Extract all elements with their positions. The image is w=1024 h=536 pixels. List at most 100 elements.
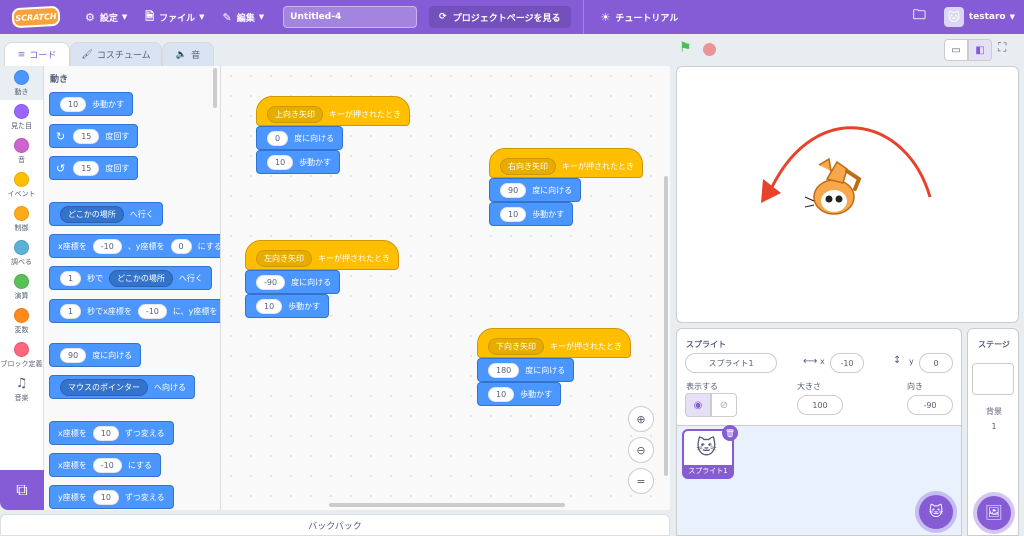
block-input[interactable]: 90 — [500, 182, 527, 198]
key-dropdown[interactable]: 左向き矢印 — [256, 249, 312, 267]
category-item[interactable]: ♫ 音楽 — [0, 372, 43, 406]
glide-to-block[interactable]: 1 秒で どこかの場所 へ行く — [49, 266, 212, 290]
add-sprite-button[interactable]: 🐱 — [919, 495, 953, 529]
when-key-pressed-block[interactable]: 下向き矢印 キーが押されたとき — [477, 328, 631, 358]
small-stage-button[interactable]: ▭ — [944, 39, 968, 61]
block-input[interactable]: 0 — [170, 238, 192, 254]
glide-xy-block[interactable]: 1 秒でx座標を -10 に、y座標を — [49, 299, 220, 323]
backpack[interactable]: バックパック — [0, 514, 670, 536]
sprite-direction-input[interactable] — [907, 395, 953, 415]
block-dropdown[interactable]: どこかの場所 — [109, 269, 173, 287]
move-steps-block[interactable]: 10 歩動かす — [477, 382, 562, 406]
turn-left-block[interactable]: ↺ 15 度回す — [49, 156, 139, 180]
project-title-input[interactable] — [283, 6, 418, 28]
sprite-y-input[interactable] — [919, 353, 953, 373]
show-sprite-button[interactable]: ◉ — [685, 393, 711, 417]
sprite-size-input[interactable] — [797, 395, 843, 415]
point-direction-block[interactable]: -90 度に向ける — [245, 270, 341, 294]
fullscreen-button[interactable]: ⛶ — [998, 40, 1006, 55]
when-key-pressed-block[interactable]: 上向き矢印 キーが押されたとき — [256, 96, 410, 126]
hide-sprite-button[interactable]: ⊘ — [711, 393, 737, 417]
block-input[interactable]: 10 — [500, 206, 527, 222]
category-item[interactable]: 見た目 — [0, 100, 43, 134]
category-item[interactable]: 制御 — [0, 202, 43, 236]
category-item[interactable]: 演算 — [0, 270, 43, 304]
tab-costumes[interactable]: 🖌 コスチューム — [70, 42, 162, 66]
change-y-block[interactable]: y座標を 10 ずつ変える — [49, 485, 174, 509]
block-input[interactable]: 1 — [60, 303, 82, 319]
point-direction-block[interactable]: 90 度に向ける — [489, 178, 582, 202]
turn-right-block[interactable]: ↻ 15 度回す — [49, 124, 139, 148]
edit-menu[interactable]: ✎ 編集 ▼ — [214, 0, 274, 34]
scratch-logo[interactable]: SCRATCH — [11, 5, 61, 29]
move-steps-block[interactable]: 10 歩動かす — [256, 150, 341, 174]
block-input[interactable]: -10 — [92, 457, 122, 473]
block-input[interactable]: 10 — [256, 298, 283, 314]
goto-block[interactable]: どこかの場所 へ行く — [49, 202, 163, 226]
tutorials-button[interactable]: ☀ チュートリアル — [592, 0, 688, 34]
point-direction-block[interactable]: 90 度に向ける — [49, 343, 142, 367]
block-input[interactable]: 15 — [73, 128, 100, 144]
key-dropdown[interactable]: 下向き矢印 — [488, 337, 544, 355]
my-stuff-button[interactable]: 🗀 — [904, 0, 935, 34]
stage[interactable] — [676, 66, 1019, 323]
key-dropdown[interactable]: 上向き矢印 — [267, 105, 323, 123]
block-input[interactable]: 90 — [60, 347, 87, 363]
backdrop-thumbnail[interactable] — [972, 363, 1014, 395]
block-input[interactable]: -90 — [256, 274, 286, 290]
account-menu[interactable]: 🐱 testaro ▼ — [935, 0, 1024, 34]
zoom-out-button[interactable]: ⊖ — [628, 437, 654, 463]
block-input[interactable]: -10 — [137, 303, 167, 319]
block-input[interactable]: 10 — [267, 154, 294, 170]
block-input[interactable]: -10 — [92, 238, 122, 254]
add-extension-button[interactable]: ⧉ — [0, 470, 44, 510]
set-x-block[interactable]: x座標を -10 にする — [49, 453, 161, 477]
block-input[interactable]: 15 — [73, 160, 100, 176]
key-dropdown[interactable]: 右向き矢印 — [500, 157, 556, 175]
goto-xy-block[interactable]: x座標を -10 、y座標を 0 にする — [49, 234, 220, 258]
point-direction-block[interactable]: 180 度に向ける — [477, 358, 575, 382]
when-key-pressed-block[interactable]: 右向き矢印 キーが押されたとき — [489, 148, 643, 178]
tab-code[interactable]: ≡ コード — [4, 42, 70, 66]
category-item[interactable]: イベント — [0, 168, 43, 202]
point-direction-block[interactable]: 0 度に向ける — [256, 126, 344, 150]
tab-sounds[interactable]: 🔈 音 — [162, 42, 214, 66]
category-item[interactable]: 調べる — [0, 236, 43, 270]
block-input[interactable]: 0 — [267, 130, 289, 146]
block-input[interactable]: 180 — [488, 362, 520, 378]
change-x-block[interactable]: x座標を 10 ずつ変える — [49, 421, 174, 445]
block-input[interactable]: 10 — [60, 96, 87, 112]
zoom-reset-button[interactable]: = — [628, 468, 654, 494]
file-menu[interactable]: 🗎 ファイル ▼ — [136, 0, 213, 34]
settings-menu[interactable]: ⚙ 設定 ▼ — [76, 0, 136, 34]
stage-selector[interactable]: ステージ 背景 1 🖼 — [967, 328, 1019, 536]
category-item[interactable]: ブロック定義 — [0, 338, 43, 372]
workspace-vscrollbar[interactable] — [664, 176, 668, 476]
category-item[interactable]: 変数 — [0, 304, 43, 338]
project-page-button[interactable]: ⟳ プロジェクトページを見る — [429, 6, 571, 28]
sprite-x-input[interactable] — [830, 353, 864, 373]
block-dropdown[interactable]: どこかの場所 — [60, 205, 124, 223]
category-item[interactable]: 音 — [0, 134, 43, 168]
block-input[interactable]: 10 — [488, 386, 515, 402]
stop-button[interactable] — [703, 43, 716, 56]
block-input[interactable]: 1 — [60, 270, 82, 286]
move-steps-block[interactable]: 10 歩動かす — [489, 202, 574, 226]
point-towards-block[interactable]: マウスのポインター へ向ける — [49, 375, 195, 399]
block-input[interactable]: 10 — [92, 489, 119, 505]
add-backdrop-button[interactable]: 🖼 — [977, 496, 1011, 530]
when-key-pressed-block[interactable]: 左向き矢印 キーが押されたとき — [245, 240, 399, 270]
block-dropdown[interactable]: マウスのポインター — [60, 378, 148, 396]
move-steps-block[interactable]: 10 歩動かす — [49, 92, 134, 116]
zoom-in-button[interactable]: ⊕ — [628, 406, 654, 432]
palette-scrollbar[interactable] — [213, 68, 217, 108]
delete-sprite-button[interactable]: 🗑 — [722, 425, 738, 441]
sprite-thumbnail[interactable]: 🐱 スプライト1 🗑 — [682, 425, 738, 479]
workspace-hscrollbar[interactable] — [329, 503, 565, 507]
script-workspace[interactable]: ⊕ ⊖ = 上向き矢印 キーが押されたとき 0 度に向ける 10 歩動かす 右向き矢印 キーが… — [221, 66, 670, 510]
sprite-name-input[interactable] — [685, 353, 777, 373]
normal-stage-button[interactable]: ◧ — [968, 39, 992, 61]
move-steps-block[interactable]: 10 歩動かす — [245, 294, 330, 318]
block-input[interactable]: 10 — [92, 425, 119, 441]
green-flag-button[interactable]: ⚑ — [679, 40, 692, 56]
